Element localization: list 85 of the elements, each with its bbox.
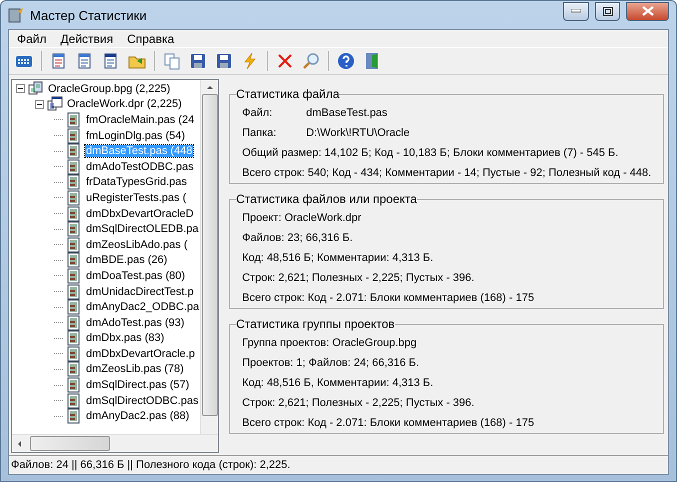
menu-item[interactable]: Файл [11, 32, 53, 46]
door-icon [363, 52, 381, 70]
file-icon [66, 392, 82, 409]
stat-line: Всего строк: Код - 2.071: Блоки комментариев (168) - 175 [242, 292, 534, 304]
file-icon [66, 346, 82, 362]
app-icon [8, 7, 24, 23]
file-icon [66, 206, 82, 222]
tree-item[interactable]: dmDoaTest.pas (80) [85, 270, 186, 282]
maximize-button[interactable] [595, 2, 620, 20]
save-icon [215, 52, 233, 70]
file-icon [66, 221, 82, 238]
field-value: D:\Work\!RTU\Oracle [306, 127, 410, 139]
maximize-icon [602, 6, 612, 16]
expander-icon[interactable] [35, 100, 44, 109]
tree-item[interactable]: dmAnyDac2_ODBC.pa [85, 301, 200, 314]
window-title: Мастер Статистики [30, 8, 147, 22]
file-icon [66, 284, 82, 300]
tree-item[interactable]: dmZeosLibAdo.pas ( [85, 238, 188, 251]
file-icon [66, 143, 82, 160]
tree-item[interactable]: dmDbxDevartOracleD [85, 208, 195, 220]
tree-item[interactable]: dmAdoTest.pas (93) [85, 316, 186, 329]
horizontal-scrollbar[interactable] [12, 434, 218, 452]
tree-item[interactable]: fmOracleMain.pas (24 [85, 114, 196, 126]
vertical-scrollbar[interactable] [200, 80, 218, 434]
delete-icon [276, 52, 294, 70]
file-icon [66, 361, 82, 378]
file-icon [66, 252, 82, 268]
menu-item[interactable]: Справка [121, 32, 180, 46]
stat-line: Код: 48,516 Б; Комментарии: 4,313 Б. [242, 252, 434, 264]
stat-line: Проектов: 1; Файлов: 24; 66,316 Б. [242, 357, 420, 369]
tree-item[interactable]: frDataTypesGrid.pas [85, 176, 188, 188]
file-icon [66, 330, 82, 346]
stat-line: Строк: 2,621; Полезных - 2,225; Пустых - 396. [242, 272, 474, 284]
tree-item[interactable]: dmAdoTestODBC.pas [85, 160, 195, 173]
stat-line: Код: 48,516 Б, Комментарии: 4,313 Б. [242, 377, 434, 389]
copy-icon [163, 52, 181, 70]
tree-item[interactable]: dmSqlDirectOLEDB.pa [85, 223, 200, 236]
group-title: Статистика группы проектов [236, 317, 395, 331]
stat-line: Строк: 2,621; Полезных - 2,225; Пустых - 396. [242, 397, 474, 409]
search-icon [302, 52, 320, 70]
group-title: Статистика файлов или проекта [236, 192, 417, 206]
tree-item[interactable]: OracleWork.dpr (2,225) [66, 98, 183, 110]
file-icon [66, 408, 82, 424]
file-icon [66, 112, 82, 128]
file-icon [66, 314, 82, 331]
file-icon [66, 299, 82, 316]
save-icon [189, 52, 207, 70]
tree-item[interactable]: dmBDE.pas (26) [85, 254, 168, 266]
help-icon [337, 52, 355, 70]
field-label: Папка: [242, 127, 278, 139]
file-icon [66, 174, 82, 190]
tree-item[interactable]: dmDbx.pas (83) [85, 332, 166, 344]
tree-item[interactable]: dmDbxDevartOracle.p [85, 348, 196, 360]
stat-line: Файлов: 23; 66,316 Б. [242, 232, 353, 244]
close-icon [642, 6, 654, 16]
field-label: Файл: [242, 107, 274, 119]
stat-line: Группа проектов: OracleGroup.bpg [242, 337, 417, 349]
tree-item[interactable]: dmSqlDirect.pas (57) [85, 379, 190, 392]
tree-item[interactable]: uRegisterTests.pas ( [85, 192, 188, 204]
field-value: dmBaseTest.pas [306, 107, 388, 119]
tree-item[interactable]: fmLoginDlg.pas (54) [85, 130, 186, 142]
minimize-icon [571, 9, 581, 13]
status-text: Файлов: 24 || 66,316 Б || Полезного кода (строк): 2,225. [11, 459, 290, 471]
file-icon [66, 377, 82, 394]
tree-item[interactable]: OracleGroup.bpg (2,225) [47, 82, 172, 95]
toolbar-button[interactable] [335, 50, 357, 72]
stat-line: Всего строк: 540; Код - 434; Комментарии - 14; Пустые - 92; Полезный код - 448. [242, 167, 652, 179]
stat-line: Всего строк: Код - 2.071: Блоки комментариев (168) - 175 [242, 417, 534, 429]
menu-item[interactable]: Действия [54, 32, 120, 46]
tree-item[interactable]: dmSqlDirectODBC.pas [85, 394, 200, 407]
stat-line: Проект: OracleWork.dpr [242, 212, 362, 224]
tree-item[interactable]: dmZeosLib.pas (78) [85, 363, 185, 376]
file-icon [66, 268, 82, 284]
file-icon [66, 158, 82, 175]
group-title: Статистика файла [236, 87, 340, 101]
file-icon [66, 128, 82, 144]
file-icon [66, 236, 82, 253]
close-button[interactable] [626, 2, 669, 20]
file-icon [66, 190, 82, 206]
tree-item[interactable]: dmUnidacDirectTest.p [85, 286, 195, 298]
stat-line: Общий размер: 14,102 Б; Код - 10,183 Б; Блоки комментариев (7) - 545 Б. [242, 147, 618, 159]
minimize-button[interactable] [563, 2, 589, 20]
expander-icon[interactable] [16, 84, 25, 94]
project-icon [47, 96, 63, 112]
tree-item[interactable]: dmAnyDac2.pas (88) [85, 410, 190, 422]
